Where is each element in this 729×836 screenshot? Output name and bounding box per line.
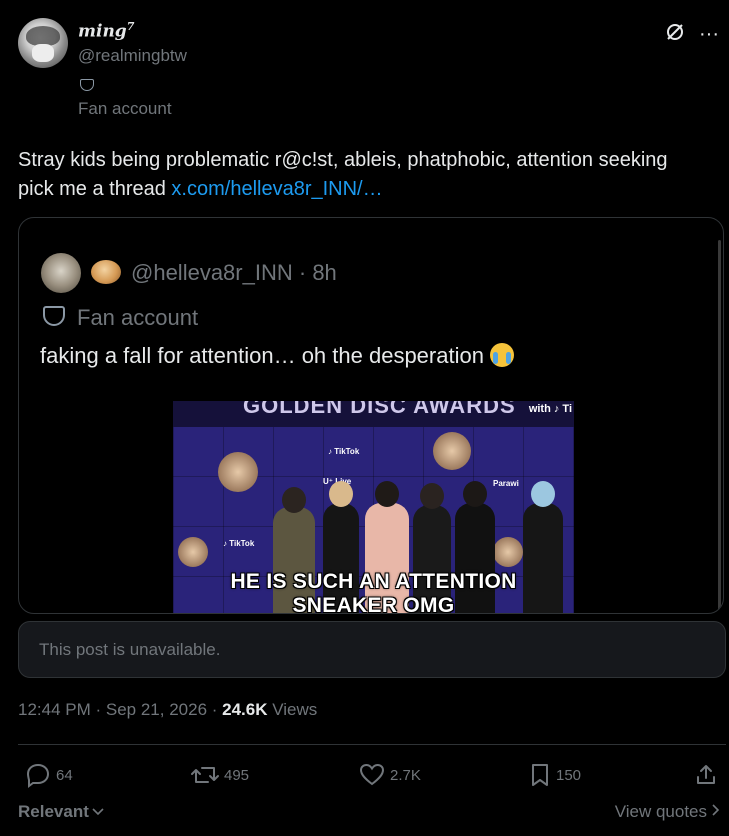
reply-button[interactable]: 64: [24, 762, 73, 788]
post-text: Stray kids being problematic r@c!st, abl…: [18, 149, 668, 200]
caption-line-1: HE IS SUCH AN ATTENTION: [230, 570, 517, 593]
scrollbar[interactable]: [718, 240, 721, 613]
quoted-post[interactable]: @helleva8r_INN · 8h Fan account faking a…: [18, 217, 724, 614]
media-tiktok-text: with ♪ Ti: [528, 403, 572, 415]
like-button[interactable]: 2.7K: [358, 762, 421, 788]
post-meta: 12:44 PM · Sep 21, 2026 · 24.6K Views: [18, 700, 318, 719]
quote-handle[interactable]: @helleva8r_INN · 8h: [131, 260, 337, 286]
top-actions: ···: [665, 22, 719, 46]
user-handle[interactable]: @realmingbtw: [78, 46, 187, 66]
reply-count: 64: [56, 766, 73, 784]
relevant-sort[interactable]: Relevant: [18, 802, 105, 822]
crying-face-icon: [489, 343, 514, 367]
heart-icon: [359, 763, 385, 786]
mask-icon: [43, 306, 65, 326]
share-icon: [697, 765, 715, 784]
bookmark-button[interactable]: 150: [528, 762, 581, 788]
avatar[interactable]: [18, 18, 68, 68]
quote-avatar[interactable]: [41, 253, 81, 293]
quote-text: faking a fall for attention… oh the desp…: [40, 343, 514, 369]
view-quotes-link[interactable]: View quotes: [615, 802, 721, 822]
divider: [18, 744, 726, 745]
more-icon[interactable]: ···: [699, 24, 719, 44]
repost-button[interactable]: 495: [190, 762, 249, 788]
share-button[interactable]: [694, 762, 718, 788]
view-count: 24.6K: [222, 700, 268, 719]
repost-icon: [191, 767, 219, 783]
post-link[interactable]: x.com/helleva8r_INN/…: [171, 178, 382, 200]
unavailable-text: This post is unavailable.: [39, 640, 221, 659]
display-name[interactable]: ming7: [78, 20, 134, 42]
quote-video-thumbnail[interactable]: GOLDEN DISC AWARDS with ♪ Ti ♪ TikTok U⁺…: [173, 401, 574, 614]
chevron-right-icon: [712, 804, 720, 816]
quote-fan-account-label: Fan account: [77, 305, 199, 330]
grok-icon[interactable]: [665, 22, 685, 46]
fan-account-label: Fan account: [78, 99, 172, 118]
bookmark-icon: [532, 764, 548, 786]
unavailable-post: This post is unavailable.: [18, 621, 726, 678]
mask-icon: [80, 79, 94, 91]
bookmark-count: 150: [556, 766, 582, 784]
bread-emoji-icon: [91, 260, 121, 284]
repost-count: 495: [224, 766, 250, 784]
chevron-down-icon: [92, 808, 104, 816]
caption-line-2: SNEAKER OMG: [292, 594, 455, 614]
like-count: 2.7K: [390, 766, 421, 784]
reply-icon: [26, 763, 50, 788]
media-banner-text: GOLDEN DISC AWARDS: [243, 401, 516, 418]
